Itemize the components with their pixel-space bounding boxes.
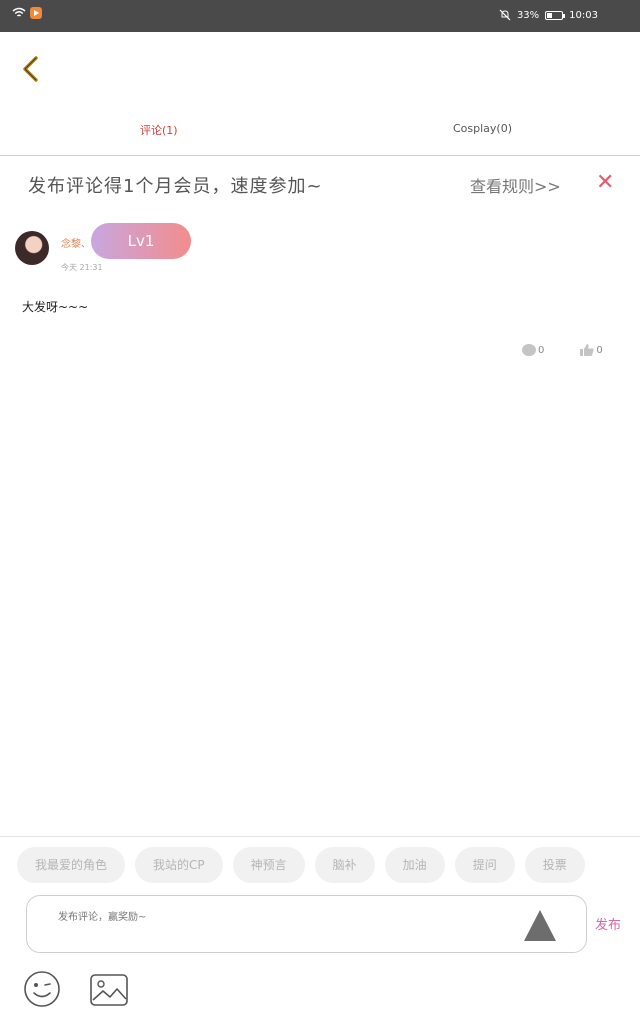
avatar[interactable] xyxy=(15,231,49,265)
tab-comments[interactable]: 评论(1) xyxy=(140,122,178,138)
comment-time: 今天 21:31 xyxy=(61,263,103,272)
comment-input[interactable]: 发布评论，赢奖励~ xyxy=(26,895,587,953)
back-button[interactable] xyxy=(20,56,44,82)
like-count: 0 xyxy=(596,344,603,356)
thumbs-up-icon xyxy=(580,344,595,356)
image-button[interactable] xyxy=(89,973,129,1007)
app-notification-icon xyxy=(30,7,42,19)
tab-bar: 评论(1) Cosplay(0) xyxy=(0,110,640,156)
close-icon[interactable]: ✕ xyxy=(596,172,614,194)
publish-button[interactable]: 发布 xyxy=(595,914,621,933)
quick-tag-cheer[interactable]: 加油 xyxy=(384,847,445,883)
battery-percent: 33% xyxy=(516,9,540,21)
like-button[interactable]: 0 xyxy=(580,344,603,356)
battery-level-fill xyxy=(547,12,553,18)
input-placeholder: 发布评论，赢奖励~ xyxy=(58,912,147,923)
banner-text: 发布评论得1个月会员，速度参加~ xyxy=(28,176,323,197)
quick-tag-my-cp[interactable]: 我站的CP xyxy=(135,847,223,883)
status-right-icons: 33% 10:03 xyxy=(499,9,598,21)
comment-text: 大发呀~~~ xyxy=(22,300,89,314)
tab-cosplay[interactable]: Cosplay(0) xyxy=(453,122,512,135)
comment-composer: 我最爱的角色 我站的CP 神预言 脑补 加油 提问 投票 发布评论，赢奖励~ 发… xyxy=(0,836,640,1024)
username[interactable]: 念黎、 xyxy=(61,235,91,250)
quick-tag-bar: 我最爱的角色 我站的CP 神预言 脑补 加油 提问 投票 xyxy=(17,847,640,883)
send-triangle-icon[interactable] xyxy=(524,910,556,941)
comment-actions: 0 0 xyxy=(522,344,603,356)
reply-button[interactable]: 0 xyxy=(522,344,544,356)
quick-tag-favorite-character[interactable]: 我最爱的角色 xyxy=(17,847,126,883)
view-rules-link[interactable]: 查看规则>> xyxy=(470,173,561,197)
image-icon xyxy=(90,974,128,1006)
clock: 10:03 xyxy=(569,9,598,21)
reply-icon xyxy=(522,344,536,356)
quick-tag-imagine[interactable]: 脑补 xyxy=(314,847,375,883)
status-bar: 33% 10:03 xyxy=(0,0,640,32)
wifi-icon xyxy=(12,7,26,17)
promo-banner: 发布评论得1个月会员，速度参加~ 查看规则>> ✕ xyxy=(0,164,640,204)
smiley-icon xyxy=(24,971,60,1007)
emoji-button[interactable] xyxy=(23,970,61,1008)
quick-tag-vote[interactable]: 投票 xyxy=(524,847,585,883)
reply-count: 0 xyxy=(538,344,545,356)
quick-tag-prophecy[interactable]: 神预言 xyxy=(232,847,305,883)
battery-icon xyxy=(545,10,566,20)
status-left-icons xyxy=(12,7,42,19)
chevron-left-icon xyxy=(23,56,38,82)
mute-icon xyxy=(499,9,511,21)
quick-tag-question[interactable]: 提问 xyxy=(454,847,515,883)
level-badge: Lv1 xyxy=(91,223,191,259)
